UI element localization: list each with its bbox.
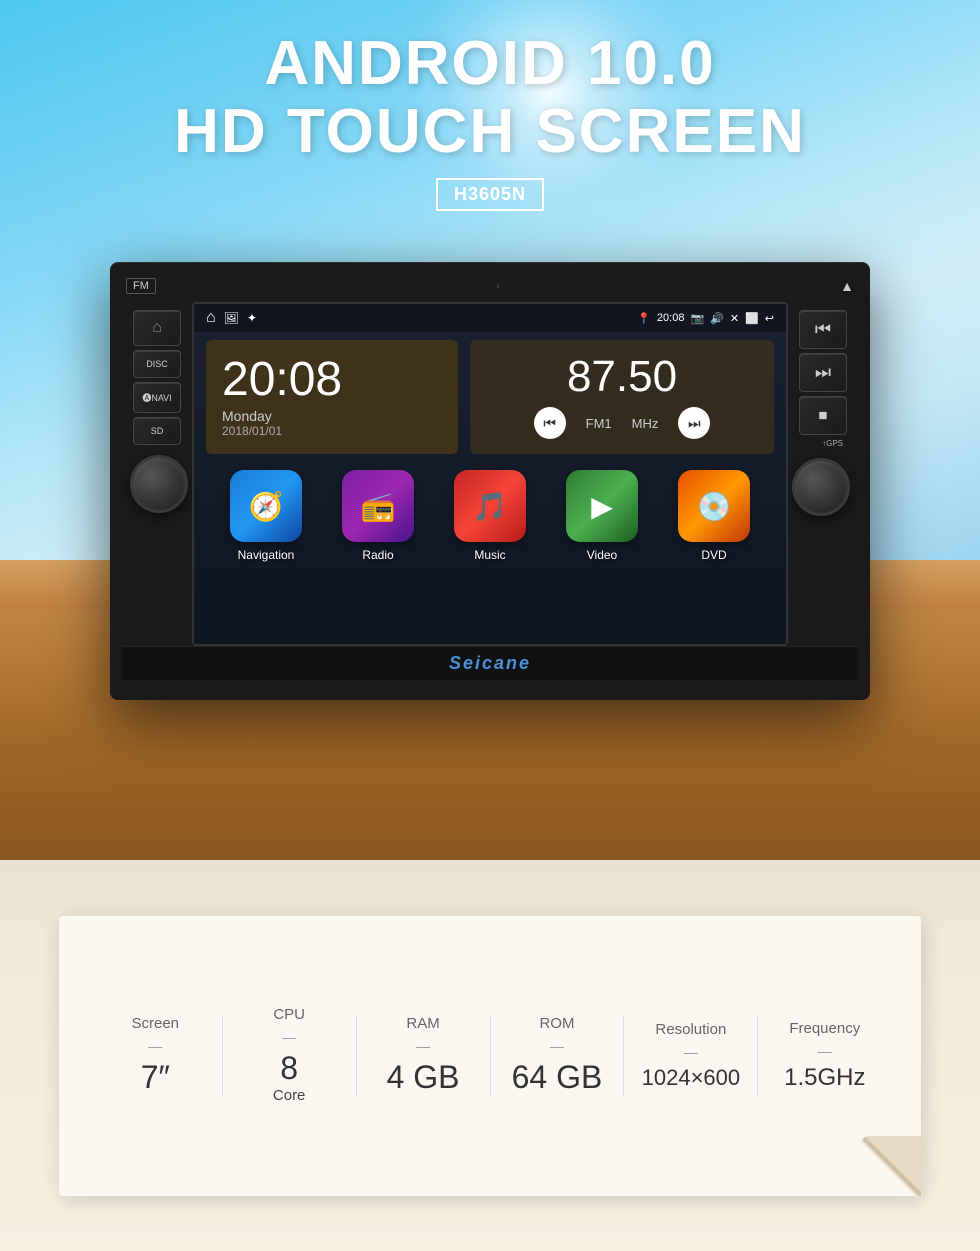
specs-card: Screen — 7″ CPU — 8 Core RAM — 4 GB ROM … [59, 916, 921, 1196]
navigation-icon: 🧭 [249, 490, 284, 523]
app-dvd[interactable]: 💿 DVD [678, 470, 750, 562]
video-label: Video [587, 548, 617, 562]
radio-label: Radio [362, 548, 393, 562]
radio-frequency: 87.50 [567, 355, 677, 399]
spec-resolution-value: 1024×600 [642, 1066, 741, 1090]
car-stereo-device: FM ▲ ⌂ DISC 🅐NAVI [110, 262, 870, 700]
app-navigation[interactable]: 🧭 Navigation [230, 470, 302, 562]
clock-date: 2018/01/01 [222, 424, 442, 438]
radio-prev-button[interactable]: ⏮ [534, 407, 566, 439]
left-knob[interactable] [130, 455, 188, 513]
status-left: ⌂ 🖼 ✦ [206, 309, 257, 327]
clock-day: Monday [222, 408, 442, 424]
android-screen: ⌂ 🖼 ✦ 📍 20:08 📷 🔊 ✕ ⬜ [194, 304, 786, 644]
spec-frequency-value: 1.5GHz [784, 1065, 865, 1091]
status-bar: ⌂ 🖼 ✦ 📍 20:08 📷 🔊 ✕ ⬜ [194, 304, 786, 332]
spec-resolution: Resolution — 1024×600 [624, 1021, 757, 1090]
spec-cpu-unit: Core [273, 1087, 306, 1104]
home-button[interactable]: ⌂ [133, 310, 181, 346]
eject-button[interactable]: ▲ [840, 278, 854, 294]
gallery-icon: 🖼 [224, 311, 239, 325]
spec-ram: RAM — 4 GB [357, 1015, 490, 1095]
sd-button[interactable]: SD [133, 417, 181, 445]
model-badge: H3605N [436, 178, 544, 211]
app-music[interactable]: 🎵 Music [454, 470, 526, 562]
radio-controls: ⏮ FM1 MHz ⏭ [534, 407, 711, 439]
radio-band: FM1 [586, 416, 612, 431]
app-icons-row: 🧭 Navigation 📻 Radio [194, 462, 786, 566]
music-icon-box: 🎵 [454, 470, 526, 542]
app-video[interactable]: ▶ Video [566, 470, 638, 562]
volume-icon: 🔊 [710, 312, 724, 325]
status-time: 20:08 [657, 312, 685, 324]
left-buttons: ⌂ DISC 🅐NAVI SD [127, 306, 187, 449]
app-radio[interactable]: 📻 Radio [342, 470, 414, 562]
clock-widget: 20:08 Monday 2018/01/01 [206, 340, 458, 454]
settings-icon: ✦ [247, 311, 257, 325]
clock-time: 20:08 [222, 356, 442, 404]
close-icon: ✕ [730, 312, 739, 325]
spec-cpu-label: CPU [273, 1006, 305, 1023]
hero-line1: ANDROID 10.0 [0, 30, 980, 98]
status-right: 📍 20:08 📷 🔊 ✕ ⬜ ↩ [637, 312, 774, 325]
next-track-button[interactable]: ⏭ [799, 353, 847, 392]
spec-frequency: Frequency — 1.5GHz [758, 1020, 891, 1091]
spec-frequency-label: Frequency [789, 1020, 860, 1037]
spec-ram-label: RAM [406, 1015, 439, 1032]
radio-next-button[interactable]: ⏭ [678, 407, 710, 439]
radio-unit: MHz [632, 416, 659, 431]
location-icon: 📍 [637, 312, 651, 325]
navigation-label: Navigation [238, 548, 295, 562]
music-icon: 🎵 [473, 490, 508, 523]
spec-screen-value: 7″ [141, 1060, 170, 1095]
back-icon: ↩ [765, 312, 774, 325]
video-icon: ▶ [591, 490, 613, 523]
cd-slot [497, 283, 499, 289]
widget-area: 20:08 Monday 2018/01/01 87.50 ⏮ FM1 [194, 332, 786, 462]
fm-label: FM [126, 278, 156, 294]
dvd-label: DVD [701, 548, 726, 562]
music-label: Music [474, 548, 505, 562]
radio-widget: 87.50 ⏮ FM1 MHz ⏭ [470, 340, 774, 454]
screen-wrapper[interactable]: ⌂ 🖼 ✦ 📍 20:08 📷 🔊 ✕ ⬜ [192, 302, 788, 646]
gps-label: ↑GPS [799, 439, 847, 448]
navi-button[interactable]: 🅐NAVI [133, 382, 181, 413]
specs-section: Screen — 7″ CPU — 8 Core RAM — 4 GB ROM … [0, 860, 980, 1251]
spec-rom-value: 64 GB [512, 1060, 603, 1095]
brand-bar: Seicane [122, 646, 858, 680]
spec-cpu-value: 8 [280, 1050, 298, 1086]
device-container: FM ▲ ⌂ DISC 🅐NAVI [110, 262, 870, 700]
spec-cpu: CPU — 8 Core [223, 1006, 356, 1104]
prev-track-button[interactable]: ⏮ [799, 310, 847, 349]
spec-ram-value: 4 GB [387, 1060, 460, 1095]
spec-screen: Screen — 7″ [89, 1015, 222, 1095]
device-top-bar: FM ▲ [122, 278, 858, 294]
spec-rom: ROM — 64 GB [491, 1015, 624, 1095]
spec-screen-label: Screen [131, 1015, 179, 1032]
disc-button[interactable]: DISC [133, 350, 181, 378]
hero-line2: HD TOUCH SCREEN [0, 98, 980, 166]
radio-icon-box: 📻 [342, 470, 414, 542]
right-buttons: ⏮ ⏭ ⏹ ↑GPS [793, 306, 853, 452]
right-knob[interactable] [792, 458, 850, 516]
device-body: ⌂ DISC 🅐NAVI SD [122, 302, 858, 646]
navigation-icon-box: 🧭 [230, 470, 302, 542]
spec-rom-label: ROM [539, 1015, 574, 1032]
hero-section: ANDROID 10.0 HD TOUCH SCREEN H3605N FM ▲… [0, 0, 980, 860]
spec-resolution-label: Resolution [655, 1021, 726, 1038]
dvd-icon-box: 💿 [678, 470, 750, 542]
brand-name: Seicane [449, 653, 531, 673]
hero-title: ANDROID 10.0 HD TOUCH SCREEN H3605N [0, 30, 980, 211]
stop-button[interactable]: ⏹ [799, 396, 847, 435]
video-icon-box: ▶ [566, 470, 638, 542]
camera-icon: 📷 [690, 312, 704, 325]
home-icon: ⌂ [206, 309, 216, 327]
radio-icon: 📻 [361, 490, 396, 523]
window-icon: ⬜ [745, 312, 759, 325]
dvd-icon: 💿 [697, 490, 732, 523]
